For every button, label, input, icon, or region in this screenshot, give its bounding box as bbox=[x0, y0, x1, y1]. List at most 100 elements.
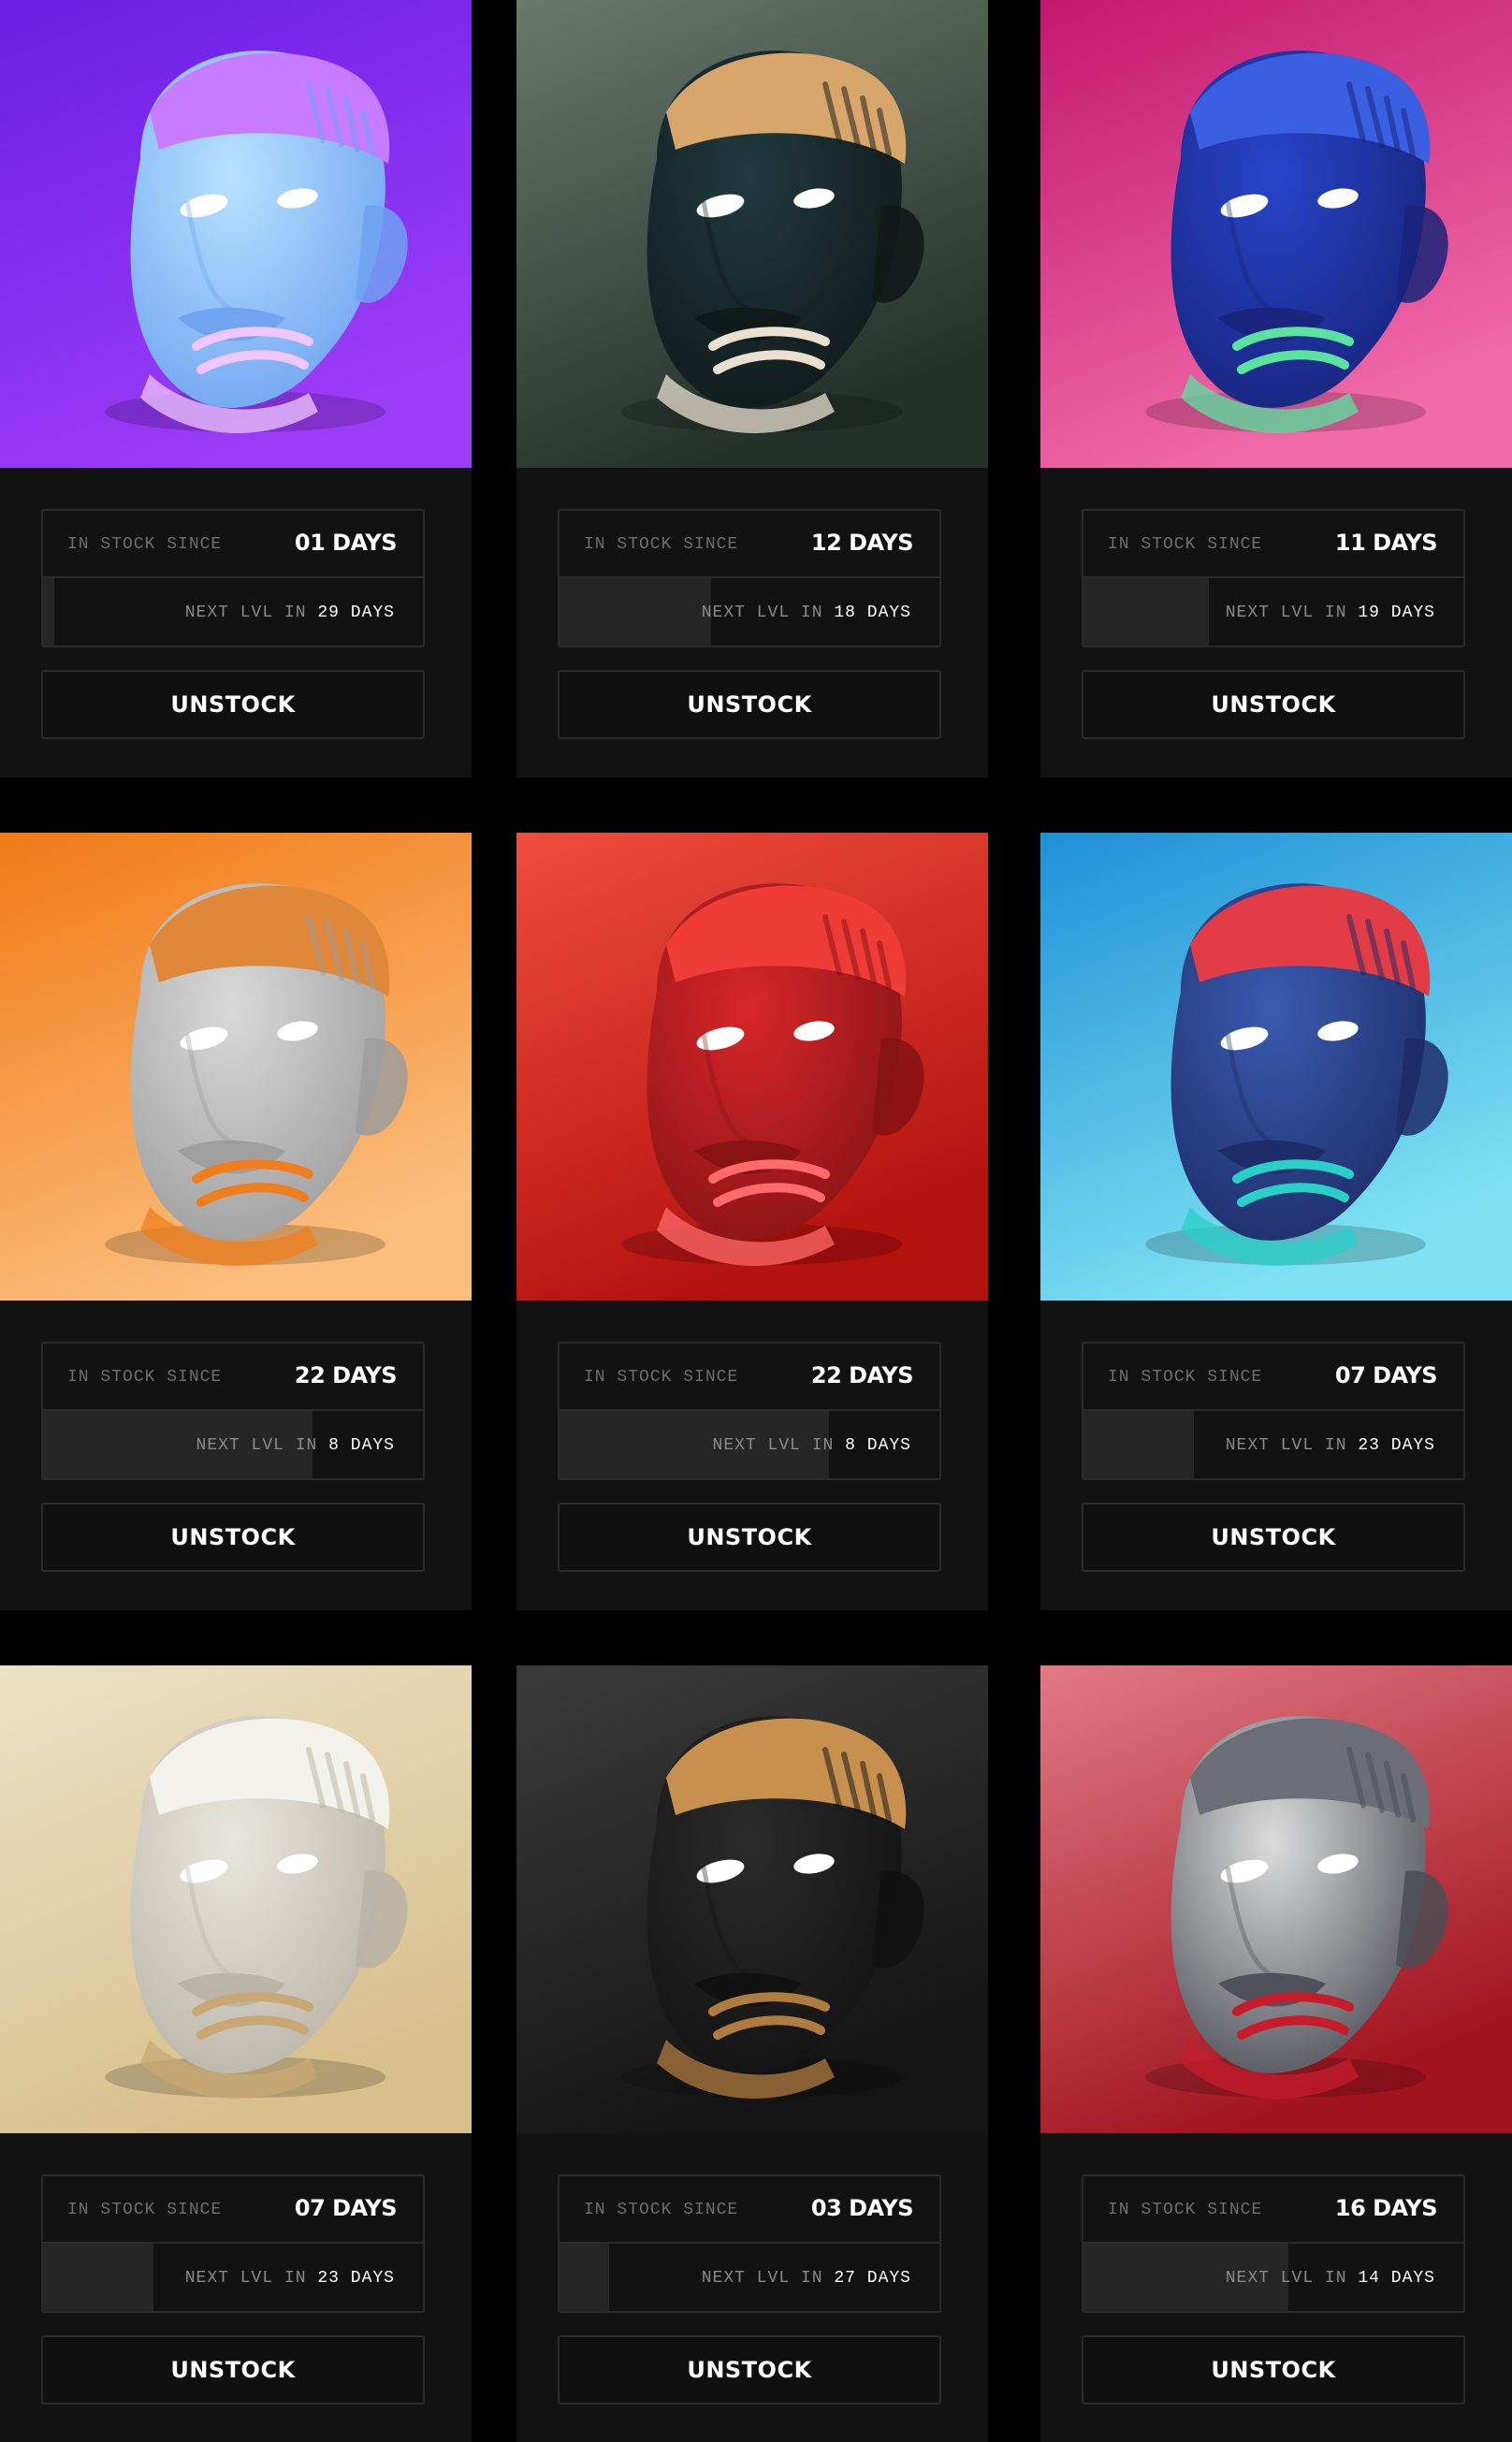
next-level-text: NEXT LVL IN 19 DAYS bbox=[1226, 603, 1435, 622]
next-level-days-unit: DAYS bbox=[1390, 2269, 1435, 2288]
next-level-text: NEXT LVL IN 8 DAYS bbox=[713, 1436, 911, 1455]
in-stock-days: 22 DAYS bbox=[294, 1362, 398, 1388]
in-stock-row: IN STOCK SINCE 22 DAYS bbox=[560, 1344, 939, 1411]
card-info-panel: IN STOCK SINCE 22 DAYS NEXT LVL IN 8 DAY… bbox=[0, 1301, 472, 1610]
card-info-panel: IN STOCK SINCE 16 DAYS NEXT LVL IN 14 DA… bbox=[1040, 2133, 1512, 2442]
next-level-text: NEXT LVL IN 23 DAYS bbox=[1226, 1436, 1435, 1455]
in-stock-days: 03 DAYS bbox=[810, 2195, 914, 2221]
next-level-text: NEXT LVL IN 29 DAYS bbox=[185, 603, 395, 622]
stock-status-box: IN STOCK SINCE 01 DAYS NEXT LVL IN 29 DA… bbox=[41, 509, 425, 647]
next-level-days-unit: DAYS bbox=[866, 603, 911, 622]
unstock-button[interactable]: UNSTOCK bbox=[41, 2335, 425, 2405]
card-info-panel: IN STOCK SINCE 11 DAYS NEXT LVL IN 19 DA… bbox=[1040, 468, 1512, 778]
next-level-label: NEXT LVL IN bbox=[196, 1436, 318, 1455]
nft-card: IN STOCK SINCE 03 DAYS NEXT LVL IN 27 DA… bbox=[516, 1665, 988, 2442]
nft-card: IN STOCK SINCE 22 DAYS NEXT LVL IN 8 DAY… bbox=[516, 833, 988, 1610]
nft-card: IN STOCK SINCE 01 DAYS NEXT LVL IN 29 DA… bbox=[0, 0, 472, 778]
next-level-text: NEXT LVL IN 27 DAYS bbox=[702, 2269, 911, 2288]
next-level-progress: NEXT LVL IN 27 DAYS bbox=[560, 2244, 939, 2311]
next-level-days-unit: DAYS bbox=[866, 2269, 911, 2288]
sneaker-head-artwork bbox=[1040, 833, 1512, 1301]
level-progress-fill bbox=[560, 578, 712, 646]
next-level-days-count: 14 bbox=[1358, 2269, 1380, 2288]
nft-card: IN STOCK SINCE 16 DAYS NEXT LVL IN 14 DA… bbox=[1040, 1665, 1512, 2442]
unstock-button[interactable]: UNSTOCK bbox=[41, 1503, 425, 1572]
in-stock-row: IN STOCK SINCE 07 DAYS bbox=[43, 2176, 423, 2244]
nft-card: IN STOCK SINCE 22 DAYS NEXT LVL IN 8 DAY… bbox=[0, 833, 472, 1610]
nft-card: IN STOCK SINCE 11 DAYS NEXT LVL IN 19 DA… bbox=[1040, 0, 1512, 778]
level-progress-fill bbox=[43, 2244, 153, 2311]
next-level-days-count: 23 bbox=[317, 2269, 340, 2288]
in-stock-row: IN STOCK SINCE 03 DAYS bbox=[560, 2176, 939, 2244]
in-stock-label: IN STOCK SINCE bbox=[67, 535, 223, 554]
unstock-button[interactable]: UNSTOCK bbox=[558, 2335, 941, 2405]
next-level-label: NEXT LVL IN bbox=[184, 2269, 307, 2288]
collection-grid: IN STOCK SINCE 01 DAYS NEXT LVL IN 29 DA… bbox=[0, 0, 1512, 2442]
next-level-label: NEXT LVL IN bbox=[1225, 2269, 1347, 2288]
next-level-progress: NEXT LVL IN 19 DAYS bbox=[1083, 578, 1463, 646]
in-stock-label: IN STOCK SINCE bbox=[1108, 1368, 1263, 1387]
unstock-button[interactable]: UNSTOCK bbox=[558, 670, 941, 739]
next-level-label: NEXT LVL IN bbox=[712, 1436, 835, 1455]
next-level-days-unit: DAYS bbox=[1390, 1436, 1435, 1455]
card-info-panel: IN STOCK SINCE 07 DAYS NEXT LVL IN 23 DA… bbox=[0, 2133, 472, 2442]
in-stock-row: IN STOCK SINCE 12 DAYS bbox=[560, 511, 939, 578]
in-stock-label: IN STOCK SINCE bbox=[67, 1368, 223, 1387]
card-info-panel: IN STOCK SINCE 01 DAYS NEXT LVL IN 29 DA… bbox=[0, 468, 472, 778]
next-level-days-unit: DAYS bbox=[1390, 603, 1435, 622]
next-level-label: NEXT LVL IN bbox=[184, 603, 307, 622]
stock-status-box: IN STOCK SINCE 22 DAYS NEXT LVL IN 8 DAY… bbox=[41, 1342, 425, 1480]
next-level-days-count: 27 bbox=[834, 2269, 856, 2288]
in-stock-days: 01 DAYS bbox=[294, 530, 398, 556]
stock-status-box: IN STOCK SINCE 22 DAYS NEXT LVL IN 8 DAY… bbox=[558, 1342, 941, 1480]
next-level-progress: NEXT LVL IN 8 DAYS bbox=[560, 1411, 939, 1478]
next-level-text: NEXT LVL IN 23 DAYS bbox=[185, 2269, 395, 2288]
next-level-text: NEXT LVL IN 14 DAYS bbox=[1226, 2269, 1435, 2288]
stock-status-box: IN STOCK SINCE 03 DAYS NEXT LVL IN 27 DA… bbox=[558, 2174, 941, 2313]
in-stock-label: IN STOCK SINCE bbox=[1108, 2201, 1263, 2219]
next-level-days-count: 8 bbox=[328, 1436, 340, 1455]
next-level-days-count: 8 bbox=[845, 1436, 856, 1455]
unstock-button[interactable]: UNSTOCK bbox=[1082, 670, 1465, 739]
in-stock-label: IN STOCK SINCE bbox=[67, 2201, 223, 2219]
next-level-label: NEXT LVL IN bbox=[701, 2269, 823, 2288]
next-level-label: NEXT LVL IN bbox=[1225, 1436, 1347, 1455]
in-stock-days: 22 DAYS bbox=[810, 1362, 914, 1388]
in-stock-days: 11 DAYS bbox=[1334, 530, 1438, 556]
next-level-progress: NEXT LVL IN 29 DAYS bbox=[43, 578, 423, 646]
in-stock-row: IN STOCK SINCE 01 DAYS bbox=[43, 511, 423, 578]
in-stock-label: IN STOCK SINCE bbox=[584, 535, 739, 554]
stock-status-box: IN STOCK SINCE 16 DAYS NEXT LVL IN 14 DA… bbox=[1082, 2174, 1465, 2313]
in-stock-days: 16 DAYS bbox=[1334, 2195, 1438, 2221]
in-stock-days: 07 DAYS bbox=[294, 2195, 398, 2221]
in-stock-label: IN STOCK SINCE bbox=[584, 2201, 739, 2219]
unstock-button[interactable]: UNSTOCK bbox=[558, 1503, 941, 1572]
unstock-button[interactable]: UNSTOCK bbox=[41, 670, 425, 739]
level-progress-fill bbox=[560, 2244, 609, 2311]
level-progress-fill bbox=[43, 578, 55, 646]
stock-status-box: IN STOCK SINCE 12 DAYS NEXT LVL IN 18 DA… bbox=[558, 509, 941, 647]
card-info-panel: IN STOCK SINCE 03 DAYS NEXT LVL IN 27 DA… bbox=[516, 2133, 988, 2442]
next-level-days-unit: DAYS bbox=[350, 1436, 395, 1455]
stock-status-box: IN STOCK SINCE 11 DAYS NEXT LVL IN 19 DA… bbox=[1082, 509, 1465, 647]
unstock-button[interactable]: UNSTOCK bbox=[1082, 1503, 1465, 1572]
card-info-panel: IN STOCK SINCE 22 DAYS NEXT LVL IN 8 DAY… bbox=[516, 1301, 988, 1610]
next-level-days-count: 19 bbox=[1358, 603, 1380, 622]
next-level-days-count: 18 bbox=[834, 603, 856, 622]
next-level-progress: NEXT LVL IN 18 DAYS bbox=[560, 578, 939, 646]
unstock-button[interactable]: UNSTOCK bbox=[1082, 2335, 1465, 2405]
next-level-label: NEXT LVL IN bbox=[701, 603, 823, 622]
next-level-progress: NEXT LVL IN 8 DAYS bbox=[43, 1411, 423, 1478]
in-stock-days: 12 DAYS bbox=[810, 530, 914, 556]
stock-status-box: IN STOCK SINCE 07 DAYS NEXT LVL IN 23 DA… bbox=[1082, 1342, 1465, 1480]
level-progress-fill bbox=[1083, 578, 1209, 646]
in-stock-label: IN STOCK SINCE bbox=[584, 1368, 739, 1387]
sneaker-head-artwork bbox=[516, 833, 988, 1301]
next-level-text: NEXT LVL IN 18 DAYS bbox=[702, 603, 911, 622]
in-stock-label: IN STOCK SINCE bbox=[1108, 535, 1263, 554]
next-level-progress: NEXT LVL IN 23 DAYS bbox=[1083, 1411, 1463, 1478]
in-stock-row: IN STOCK SINCE 16 DAYS bbox=[1083, 2176, 1463, 2244]
next-level-label: NEXT LVL IN bbox=[1225, 603, 1347, 622]
next-level-progress: NEXT LVL IN 23 DAYS bbox=[43, 2244, 423, 2311]
next-level-days-unit: DAYS bbox=[350, 603, 395, 622]
